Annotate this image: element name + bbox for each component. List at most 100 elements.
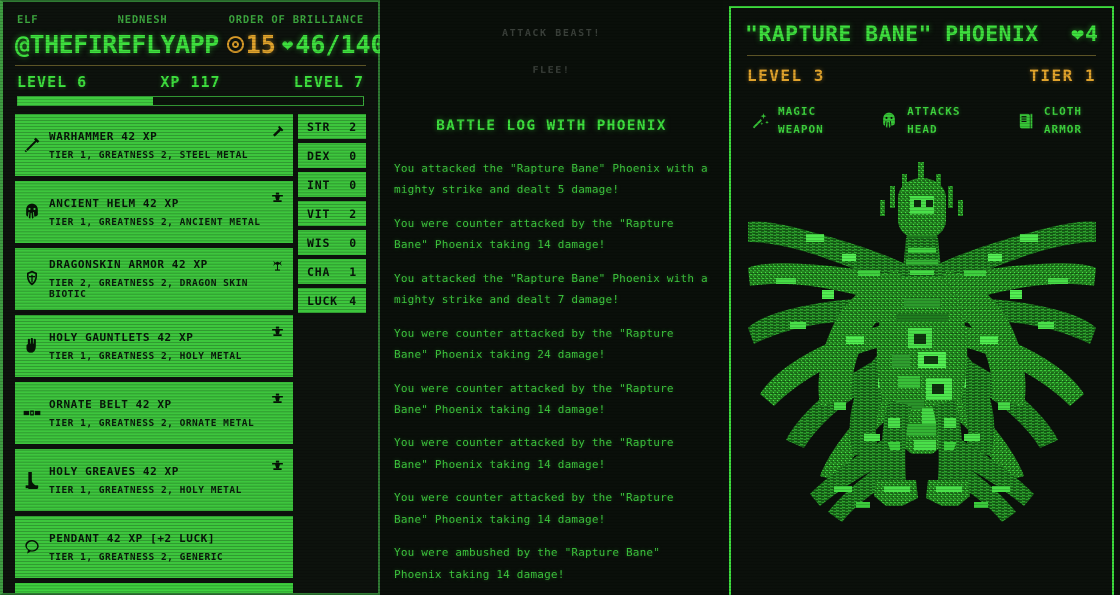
- beast-health-value: 4: [1085, 22, 1098, 47]
- stat-label: WIS: [307, 235, 331, 250]
- battle-log-entry: You were counter attacked by the "Raptur…: [394, 216, 674, 252]
- stat-chip-int: INT 0: [298, 172, 366, 198]
- next-level: LEVEL 7: [293, 72, 364, 91]
- heart-icon: ❤: [281, 33, 294, 56]
- xp-label: XP 117: [160, 72, 221, 91]
- glove-icon: [21, 335, 43, 357]
- equipped-items-list[interactable]: WARHAMMER 42 XP TIER 1, GREATNESS 2, STEE…: [15, 114, 293, 594]
- beast-health: ❤ 4: [1071, 22, 1098, 47]
- anvil-icon[interactable]: [269, 391, 285, 407]
- boot-icon: [21, 469, 43, 491]
- item-name: ANCIENT HELM 42 XP: [49, 196, 180, 210]
- beast-tier: TIER 1: [1029, 66, 1096, 85]
- stat-label: INT: [307, 177, 331, 192]
- beast-attribute: ATTACKS HEAD: [878, 105, 960, 136]
- attribute-line-2: ARMOR: [1043, 123, 1082, 136]
- beast-identity-row: "RAPTURE BANE" PHOENIX ❤ 4: [743, 16, 1100, 53]
- item-name: PENDANT 42 XP [+2 LUCK]: [49, 531, 216, 545]
- pendant-icon: [21, 536, 43, 558]
- stat-value: 0: [349, 235, 357, 250]
- adventurer-identity-row: @THEFIREFLYAPP 15 ❤ 46/140: [11, 26, 386, 63]
- divider: [747, 55, 1096, 56]
- beast-attribute-text: MAGIC WEAPON: [778, 105, 824, 136]
- stat-label: LUCK: [307, 293, 338, 308]
- beast-attribute-text: ATTACKS HEAD: [907, 105, 960, 136]
- attribute-line-2: WEAPON: [778, 123, 824, 136]
- beast-level-row: LEVEL 3 TIER 1: [743, 60, 1100, 93]
- item-card[interactable]: ANCIENT HELM 42 XP TIER 1, GREATNESS 2, A…: [15, 181, 293, 244]
- item-card[interactable]: HOLY GAUNTLETS 42 XP TIER 1, GREATNESS 2,…: [15, 315, 293, 378]
- adventurer-order: ORDER OF BRILLIANCE: [228, 14, 364, 26]
- belt-icon: [21, 402, 43, 424]
- stat-value: 4: [349, 293, 357, 308]
- anvil-icon[interactable]: [269, 324, 285, 340]
- item-card[interactable]: HOLY GREAVES 42 XP TIER 1, GREATNESS 2, H…: [15, 449, 293, 512]
- attribute-line-2: HEAD: [907, 123, 938, 136]
- item-details: TIER 1, GREATNESS 2, STEEL METAL: [49, 149, 249, 161]
- item-name: HOLY GAUNTLETS 42 XP: [49, 330, 194, 344]
- item-card[interactable]: ORNATE BELT 42 XP TIER 1, GREATNESS 2, OR…: [15, 382, 293, 445]
- item-details: TIER 1, GREATNESS 2, HOLY METAL: [49, 484, 242, 496]
- stats-column: STR 2 DEX 0 INT 0 VIT 2 WIS 0 CHA 1 LUCK 4: [298, 114, 366, 593]
- item-details: TIER 2, GREATNESS 2, DRAGON SKIN BIOTIC: [49, 278, 249, 301]
- item-name: WARHAMMER 42 XP: [49, 129, 158, 143]
- divider: [15, 65, 366, 66]
- item-name: DRAGONSKIN ARMOR 42 XP: [49, 258, 208, 272]
- battle-panel: ATTACK BEAST! FLEE! BATTLE LOG WITH PHOE…: [380, 0, 723, 595]
- stat-value: 1: [349, 264, 357, 279]
- stat-chip-luck: LUCK 4: [298, 288, 366, 314]
- stat-chip-dex: DEX 0: [298, 143, 366, 169]
- beast-attributes: MAGIC WEAPON ATTACKS HEAD CLOTH ARMOR: [743, 93, 1100, 146]
- chest-icon: [21, 268, 43, 290]
- stat-chip-vit: VIT 2: [298, 201, 366, 227]
- current-level: LEVEL 6: [17, 72, 88, 91]
- item-details: TIER 1, GREATNESS 2, ORNATE METAL: [49, 417, 255, 429]
- xp-progress-bar: [17, 95, 364, 107]
- item-card[interactable]: PENDANT 42 XP [+2 LUCK] TIER 1, GREATNESS…: [15, 516, 293, 579]
- item-card[interactable]: WARHAMMER 42 XP TIER 1, GREATNESS 2, STEE…: [15, 114, 293, 177]
- battle-log-entry: You were counter attacked by the "Raptur…: [394, 326, 674, 362]
- phoenix-ascii-art: [743, 146, 1100, 595]
- magic-wand-icon: [749, 110, 771, 132]
- stat-label: DEX: [307, 148, 331, 163]
- hammer-icon[interactable]: [269, 123, 285, 139]
- warhammer-icon: [21, 134, 43, 156]
- flee-button[interactable]: FLEE!: [532, 65, 570, 76]
- battle-log-entry: You were ambushed by the "Rapture Bane" …: [394, 546, 661, 581]
- battle-log-entry: You attacked the "Rapture Bane" Phoenix …: [394, 271, 708, 307]
- battle-log-entry: You attacked the "Rapture Bane" Phoenix …: [394, 162, 708, 197]
- item-name: ORNATE BELT 42 XP: [49, 397, 172, 411]
- battle-log-list: You attacked the "Rapture Bane" Phoenix …: [394, 158, 709, 585]
- anvil-icon[interactable]: [269, 190, 285, 206]
- anvil-icon[interactable]: [269, 458, 285, 474]
- item-details: TIER 1, GREATNESS 2, GENERIC: [49, 551, 224, 563]
- attribute-line-1: MAGIC: [778, 105, 817, 118]
- adventurer-meta: ELF NEDNESH ORDER OF BRILLIANCE: [11, 12, 370, 26]
- helm-icon: [21, 201, 43, 223]
- stat-chip-str: STR 2: [298, 114, 366, 140]
- coin-icon: [226, 36, 244, 53]
- adventurer-handle: @THEFIREFLYAPP: [15, 30, 219, 59]
- beast-panel: "RAPTURE BANE" PHOENIX ❤ 4 LEVEL 3 TIER …: [729, 6, 1114, 595]
- gold-amount: 15: [245, 30, 276, 59]
- attack-beast-button[interactable]: ATTACK BEAST!: [502, 28, 601, 39]
- battle-log-entry: You were counter attacked by the "Raptur…: [394, 436, 674, 471]
- heart-icon: ❤: [1071, 22, 1085, 47]
- item-details: TIER 1, GREATNESS 2, HOLY METAL: [49, 350, 242, 362]
- beast-attribute: CLOTH ARMOR: [1015, 105, 1082, 136]
- stat-value: 2: [349, 119, 357, 134]
- stat-value: 0: [349, 177, 357, 192]
- beast-attribute: MAGIC WEAPON: [749, 105, 824, 136]
- adventurer-panel: ELF NEDNESH ORDER OF BRILLIANCE @THEFIRE…: [0, 0, 386, 595]
- attribute-line-1: CLOTH: [1043, 105, 1082, 118]
- item-card[interactable]: DRAGONSKIN ARMOR 42 XP TIER 2, GREATNESS …: [15, 248, 293, 311]
- level-progress-row: LEVEL 6 XP 117 LEVEL 7: [11, 70, 370, 96]
- stat-label: CHA: [307, 264, 331, 279]
- game-screen: ELF NEDNESH ORDER OF BRILLIANCE @THEFIRE…: [0, 0, 1120, 595]
- stat-label: STR: [307, 119, 331, 134]
- cross-icon[interactable]: [269, 257, 285, 273]
- battle-log-entry: You were counter attacked by the "Raptur…: [394, 491, 674, 526]
- loadout-area: WARHAMMER 42 XP TIER 1, GREATNESS 2, STEE…: [11, 114, 370, 594]
- item-card[interactable]: PLATINUM RING 42 XP [+2 LUCK]: [15, 583, 293, 594]
- battle-log-entry: You were counter attacked by the "Raptur…: [394, 381, 674, 416]
